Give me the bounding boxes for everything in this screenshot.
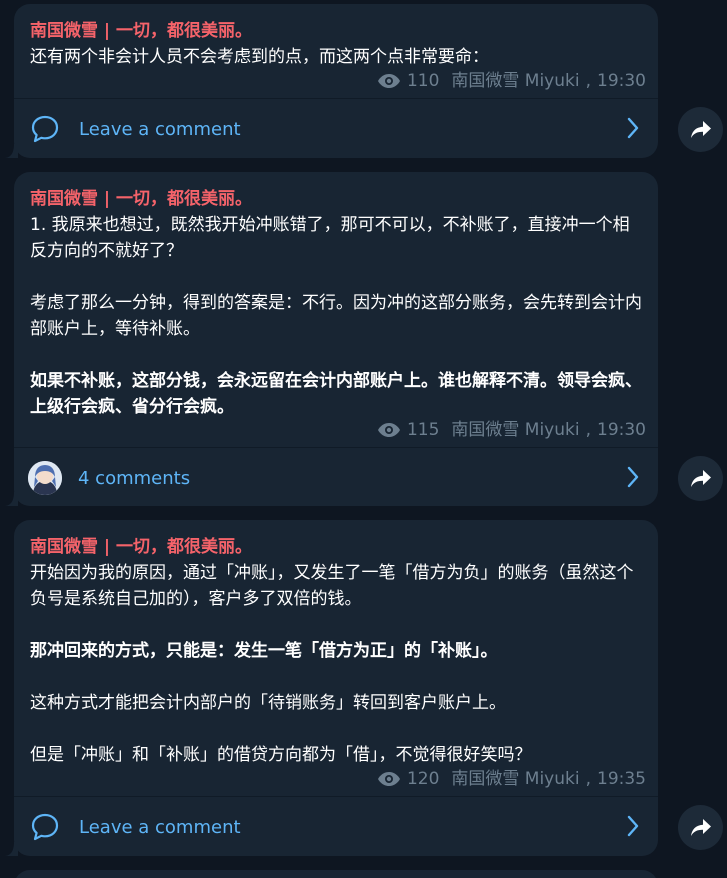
chevron-right-icon bbox=[627, 117, 639, 139]
share-button[interactable] bbox=[678, 107, 723, 152]
view-count: 120 bbox=[377, 769, 439, 789]
message-text: 1. 我原来也想过，既然我开始冲账错了，那可不可以，不补账了，直接冲一个相反方向… bbox=[30, 215, 630, 261]
message-bubble: 南国微雪 | 一切，都很美丽。 1. 我原来也想过，既然我开始冲账错了，那可不可… bbox=[14, 172, 658, 506]
view-count-value: 110 bbox=[406, 71, 440, 91]
meta-author: 南国微雪 Miyuki bbox=[451, 769, 580, 789]
message-text-bold: 如果不补账，这部分钱，会永远留在会计内部账户上。谁也解释不清。领导会疯、上级行会… bbox=[30, 371, 642, 417]
message-bubble-partial bbox=[14, 870, 658, 878]
comment-bubble-icon bbox=[29, 811, 61, 843]
view-count-value: 120 bbox=[406, 769, 440, 789]
message-body: 南国微雪 | 一切，都很美丽。 1. 我原来也想过，既然我开始冲账错了，那可不可… bbox=[14, 172, 658, 420]
view-count: 110 bbox=[377, 71, 439, 91]
message-text: 考虑了那么一分钟，得到的答案是：不行。因为冲的这部分账务，会先转到会计内部账户上… bbox=[30, 293, 642, 339]
meta-author: 南国微雪 Miyuki bbox=[451, 71, 580, 91]
share-arrow-icon bbox=[690, 818, 711, 836]
message-time: 19:30 bbox=[597, 420, 646, 440]
author-name[interactable]: 南国微雪 | 一切，都很美丽。 bbox=[30, 186, 642, 212]
message-bubble: 南国微雪 | 一切，都很美丽。 开始因为我的原因，通过「冲账」，又发生了一笔「借… bbox=[14, 520, 658, 856]
message-meta: 110 南国微雪 Miyuki, 19:30 bbox=[377, 71, 646, 91]
message-text-bold: 那冲回来的方式，只能是：发生一笔「借方为正」的「补账」。 bbox=[30, 641, 498, 661]
bubble-tail bbox=[4, 842, 18, 856]
message-time: 19:35 bbox=[597, 769, 646, 789]
comments-bar[interactable]: 4 comments bbox=[14, 447, 658, 508]
share-arrow-icon bbox=[690, 469, 711, 487]
view-count: 115 bbox=[377, 420, 439, 440]
share-button[interactable] bbox=[678, 456, 723, 501]
bubble-tail bbox=[4, 144, 18, 158]
chevron-right-icon bbox=[627, 466, 639, 488]
share-arrow-icon bbox=[690, 120, 711, 138]
comments-label: Leave a comment bbox=[79, 816, 241, 838]
message-time: 19:30 bbox=[597, 71, 646, 91]
bubble-tail bbox=[4, 492, 18, 506]
message-text: 还有两个非会计人员不会考虑到的点，而这两个点非常要命： bbox=[30, 47, 489, 67]
chevron-right-icon bbox=[627, 815, 639, 837]
channel-feed: 南国微雪 | 一切，都很美丽。 还有两个非会计人员不会考虑到的点，而这两个点非常… bbox=[0, 0, 727, 878]
comment-bubble-icon bbox=[29, 113, 61, 145]
message-text: 这种方式才能把会计内部户的「待销账务」转回到客户账户上。 bbox=[30, 693, 506, 713]
author-name[interactable]: 南国微雪 | 一切，都很美丽。 bbox=[30, 18, 642, 44]
message-meta: 120 南国微雪 Miyuki, 19:35 bbox=[377, 769, 646, 789]
eye-icon bbox=[377, 772, 400, 786]
comments-bar[interactable]: Leave a comment bbox=[14, 796, 658, 857]
message-body: 南国微雪 | 一切，都很美丽。 开始因为我的原因，通过「冲账」，又发生了一笔「借… bbox=[14, 520, 658, 768]
avatar bbox=[28, 461, 62, 495]
message-meta: 115 南国微雪 Miyuki, 19:30 bbox=[377, 420, 646, 440]
message-text: 但是「冲账」和「补账」的借贷方向都为「借」，不觉得很好笑吗？ bbox=[30, 745, 532, 765]
message-bubble: 南国微雪 | 一切，都很美丽。 还有两个非会计人员不会考虑到的点，而这两个点非常… bbox=[14, 4, 658, 158]
eye-icon bbox=[377, 423, 400, 437]
message-text: 开始因为我的原因，通过「冲账」，又发生了一笔「借方为负」的账务（虽然这个负号是系… bbox=[30, 563, 634, 609]
eye-icon bbox=[377, 74, 400, 88]
view-count-value: 115 bbox=[406, 420, 440, 440]
author-name[interactable]: 南国微雪 | 一切，都很美丽。 bbox=[30, 534, 642, 560]
meta-author: 南国微雪 Miyuki bbox=[451, 420, 580, 440]
comments-label: Leave a comment bbox=[79, 118, 241, 140]
comments-bar[interactable]: Leave a comment bbox=[14, 98, 658, 159]
comments-label: 4 comments bbox=[78, 467, 191, 489]
share-button[interactable] bbox=[678, 805, 723, 850]
message-body: 南国微雪 | 一切，都很美丽。 还有两个非会计人员不会考虑到的点，而这两个点非常… bbox=[14, 4, 658, 70]
